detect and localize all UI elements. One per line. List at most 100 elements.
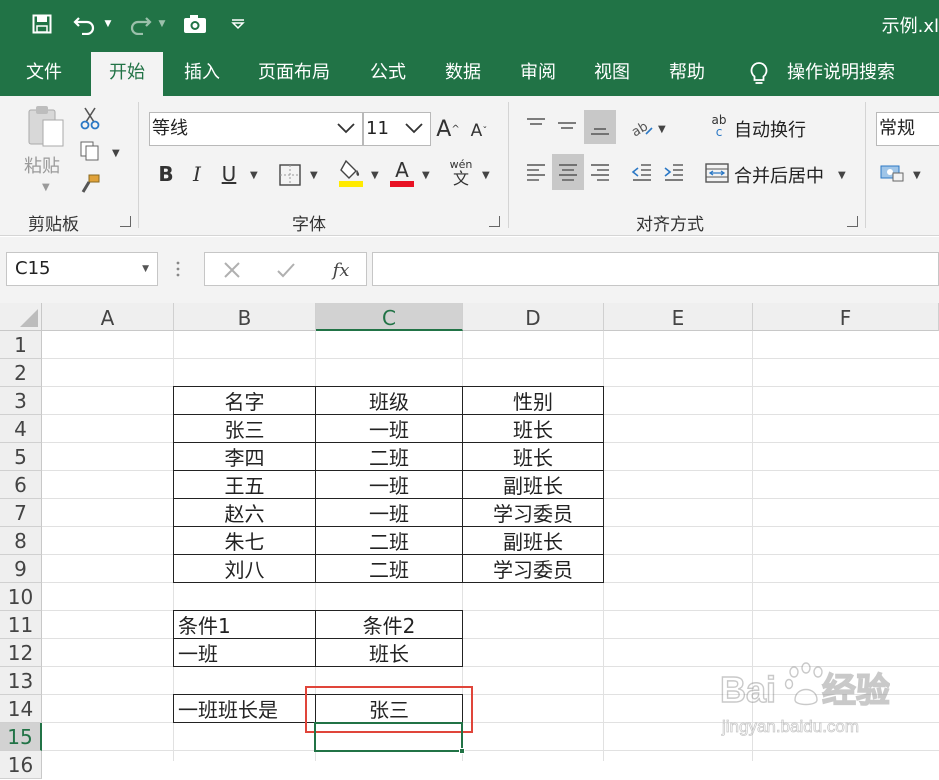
cell-b8[interactable]: 朱七 — [173, 526, 316, 555]
merge-center-button[interactable]: 合并后居中 — [734, 162, 824, 188]
tell-me-search[interactable]: 操作说明搜索 — [787, 48, 895, 96]
cut-icon[interactable] — [78, 106, 102, 130]
row-header[interactable]: 5 — [0, 443, 42, 471]
cell-b4[interactable]: 张三 — [173, 414, 316, 443]
cell-d6[interactable]: 副班长 — [462, 470, 604, 499]
cell-c9[interactable]: 二班 — [315, 554, 463, 583]
cell-c7[interactable]: 一班 — [315, 498, 463, 527]
tab-insert[interactable]: 插入 — [184, 48, 220, 96]
accounting-format-icon[interactable] — [878, 160, 906, 186]
decrease-indent-icon[interactable] — [628, 158, 656, 186]
phonetic-dropdown-icon[interactable]: ▼ — [482, 170, 490, 181]
wrap-text-icon[interactable]: ab c — [706, 112, 732, 140]
phonetic-guide-button[interactable]: wén 文 — [447, 158, 475, 188]
row-header[interactable]: 10 — [0, 583, 42, 611]
cell-c12[interactable]: 班长 — [315, 638, 463, 667]
row-header[interactable]: 13 — [0, 667, 42, 695]
cell-b5[interactable]: 李四 — [173, 442, 316, 471]
row-header[interactable]: 8 — [0, 527, 42, 555]
font-color-dropdown-icon[interactable]: ▼ — [422, 170, 430, 181]
merge-center-icon[interactable] — [704, 160, 730, 186]
align-right-icon[interactable] — [586, 158, 614, 186]
customize-qat-icon[interactable] — [228, 10, 248, 38]
cell-c4[interactable]: 一班 — [315, 414, 463, 443]
confirm-entry-icon[interactable] — [275, 259, 297, 281]
row-header[interactable]: 16 — [0, 751, 42, 779]
italic-button[interactable]: I — [186, 160, 208, 188]
row-header[interactable]: 11 — [0, 611, 42, 639]
merge-dropdown-icon[interactable]: ▼ — [838, 170, 846, 181]
cancel-entry-icon[interactable] — [221, 259, 243, 281]
row-header[interactable]: 1 — [0, 331, 42, 359]
cell-d4[interactable]: 班长 — [462, 414, 604, 443]
cell-c11[interactable]: 条件2 — [315, 610, 463, 639]
column-header-b[interactable]: B — [174, 303, 316, 331]
redo-icon[interactable] — [125, 10, 155, 38]
tab-formulas[interactable]: 公式 — [370, 48, 406, 96]
camera-icon[interactable] — [180, 10, 210, 38]
cell-c6[interactable]: 一班 — [315, 470, 463, 499]
save-icon[interactable] — [28, 10, 56, 38]
column-header-c[interactable]: C — [316, 303, 463, 331]
borders-dropdown-icon[interactable]: ▼ — [310, 170, 318, 181]
tab-help[interactable]: 帮助 — [669, 48, 705, 96]
select-all-button[interactable] — [0, 303, 42, 331]
cell-b11[interactable]: 条件1 — [173, 610, 316, 639]
alignment-launcher-icon[interactable] — [847, 216, 858, 227]
cell-b9[interactable]: 刘八 — [173, 554, 316, 583]
cell-d7[interactable]: 学习委员 — [462, 498, 604, 527]
redo-dropdown-icon[interactable]: ▼ — [155, 10, 169, 38]
underline-button[interactable]: U — [217, 160, 241, 188]
tab-page-layout[interactable]: 页面布局 — [258, 48, 330, 96]
font-launcher-icon[interactable] — [489, 216, 500, 227]
tab-view[interactable]: 视图 — [594, 48, 630, 96]
undo-dropdown-icon[interactable]: ▼ — [101, 10, 115, 38]
underline-dropdown-icon[interactable]: ▼ — [250, 170, 258, 181]
tab-review[interactable]: 审阅 — [520, 48, 556, 96]
insert-function-button[interactable]: fx — [327, 255, 355, 285]
font-name-select[interactable]: 等线 — [149, 112, 363, 146]
align-center-icon[interactable] — [552, 154, 584, 190]
align-bottom-icon[interactable] — [584, 110, 616, 144]
cell-b12[interactable]: 一班 — [173, 638, 316, 667]
active-cell-c15[interactable] — [314, 722, 463, 752]
tab-file[interactable]: 文件 — [26, 48, 62, 96]
increase-indent-icon[interactable] — [660, 158, 688, 186]
row-header[interactable]: 6 — [0, 471, 42, 499]
number-format-select[interactable]: 常规 — [876, 112, 939, 146]
orientation-dropdown-icon[interactable]: ▼ — [658, 124, 666, 135]
copy-dropdown-icon[interactable]: ▼ — [112, 148, 120, 159]
column-header-d[interactable]: D — [463, 303, 604, 331]
align-left-icon[interactable] — [522, 158, 550, 186]
font-size-select[interactable]: 11 — [363, 112, 431, 146]
name-box-dropdown-icon[interactable]: ▼ — [142, 253, 149, 285]
cell-d8[interactable]: 副班长 — [462, 526, 604, 555]
cell-d3[interactable]: 性别 — [462, 386, 604, 415]
orientation-icon[interactable]: ab — [628, 114, 656, 140]
paste-icon[interactable] — [22, 104, 68, 148]
row-header[interactable]: 7 — [0, 499, 42, 527]
paste-dropdown-icon[interactable]: ▼ — [42, 182, 50, 193]
worksheet-grid[interactable]: A B C D E F 1 2 3 4 5 6 7 8 9 10 11 12 1… — [0, 303, 939, 779]
cell-b3[interactable]: 名字 — [173, 386, 316, 415]
increase-font-size-button[interactable]: A ^ — [436, 114, 459, 144]
cell-b14[interactable]: 一班班长是 — [173, 694, 316, 723]
formula-input[interactable] — [372, 252, 939, 286]
row-header[interactable]: 4 — [0, 415, 42, 443]
cell-c3[interactable]: 班级 — [315, 386, 463, 415]
accounting-dropdown-icon[interactable]: ▼ — [913, 170, 921, 181]
cell-b7[interactable]: 赵六 — [173, 498, 316, 527]
fill-color-dropdown-icon[interactable]: ▼ — [371, 170, 379, 181]
row-header-selected[interactable]: 15 — [0, 723, 42, 751]
formula-bar-grip-icon[interactable] — [176, 259, 180, 279]
align-top-icon[interactable] — [522, 112, 550, 140]
name-box[interactable]: C15 ▼ — [6, 252, 158, 286]
row-header[interactable]: 9 — [0, 555, 42, 583]
bold-button[interactable]: B — [154, 160, 178, 188]
row-header[interactable]: 2 — [0, 359, 42, 387]
cell-c5[interactable]: 二班 — [315, 442, 463, 471]
copy-icon[interactable] — [78, 139, 102, 163]
borders-icon[interactable] — [277, 162, 303, 188]
cell-d5[interactable]: 班长 — [462, 442, 604, 471]
cell-b6[interactable]: 王五 — [173, 470, 316, 499]
